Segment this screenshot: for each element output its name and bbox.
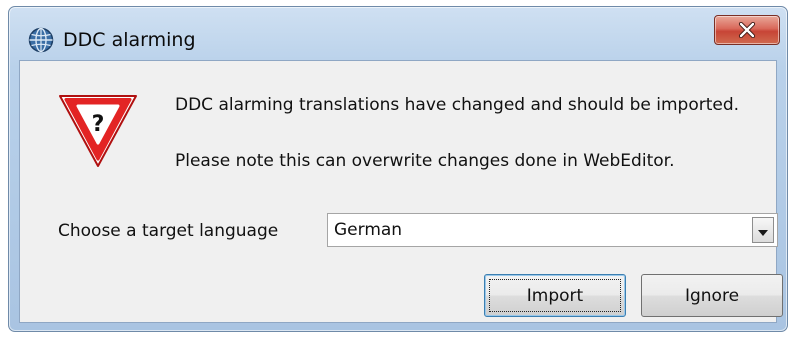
language-select-value: German	[334, 220, 403, 240]
ignore-button-label: Ignore	[684, 285, 740, 306]
message-line-2: Please note this can overwrite changes d…	[175, 151, 675, 171]
language-select[interactable]: German	[327, 213, 778, 247]
svg-text:?: ?	[92, 112, 105, 137]
close-icon	[738, 22, 756, 38]
globe-icon	[28, 27, 54, 53]
dialog-content: ? DDC alarming translations have changed…	[19, 60, 783, 323]
chevron-down-icon	[758, 221, 768, 240]
ignore-button[interactable]: Ignore	[641, 274, 783, 317]
import-button[interactable]: Import	[484, 274, 626, 317]
dialog-window: DDC alarming ? DDC alarming translations…	[8, 6, 788, 332]
language-label: Choose a target language	[58, 221, 279, 241]
message-line-1: DDC alarming translations have changed a…	[175, 95, 740, 115]
title-bar[interactable]: DDC alarming	[9, 7, 787, 59]
window-title: DDC alarming	[63, 29, 196, 51]
close-button[interactable]	[714, 15, 780, 45]
focus-rectangle	[489, 279, 621, 312]
warning-question-icon: ?	[54, 91, 142, 171]
dropdown-arrow-button[interactable]	[752, 217, 774, 243]
